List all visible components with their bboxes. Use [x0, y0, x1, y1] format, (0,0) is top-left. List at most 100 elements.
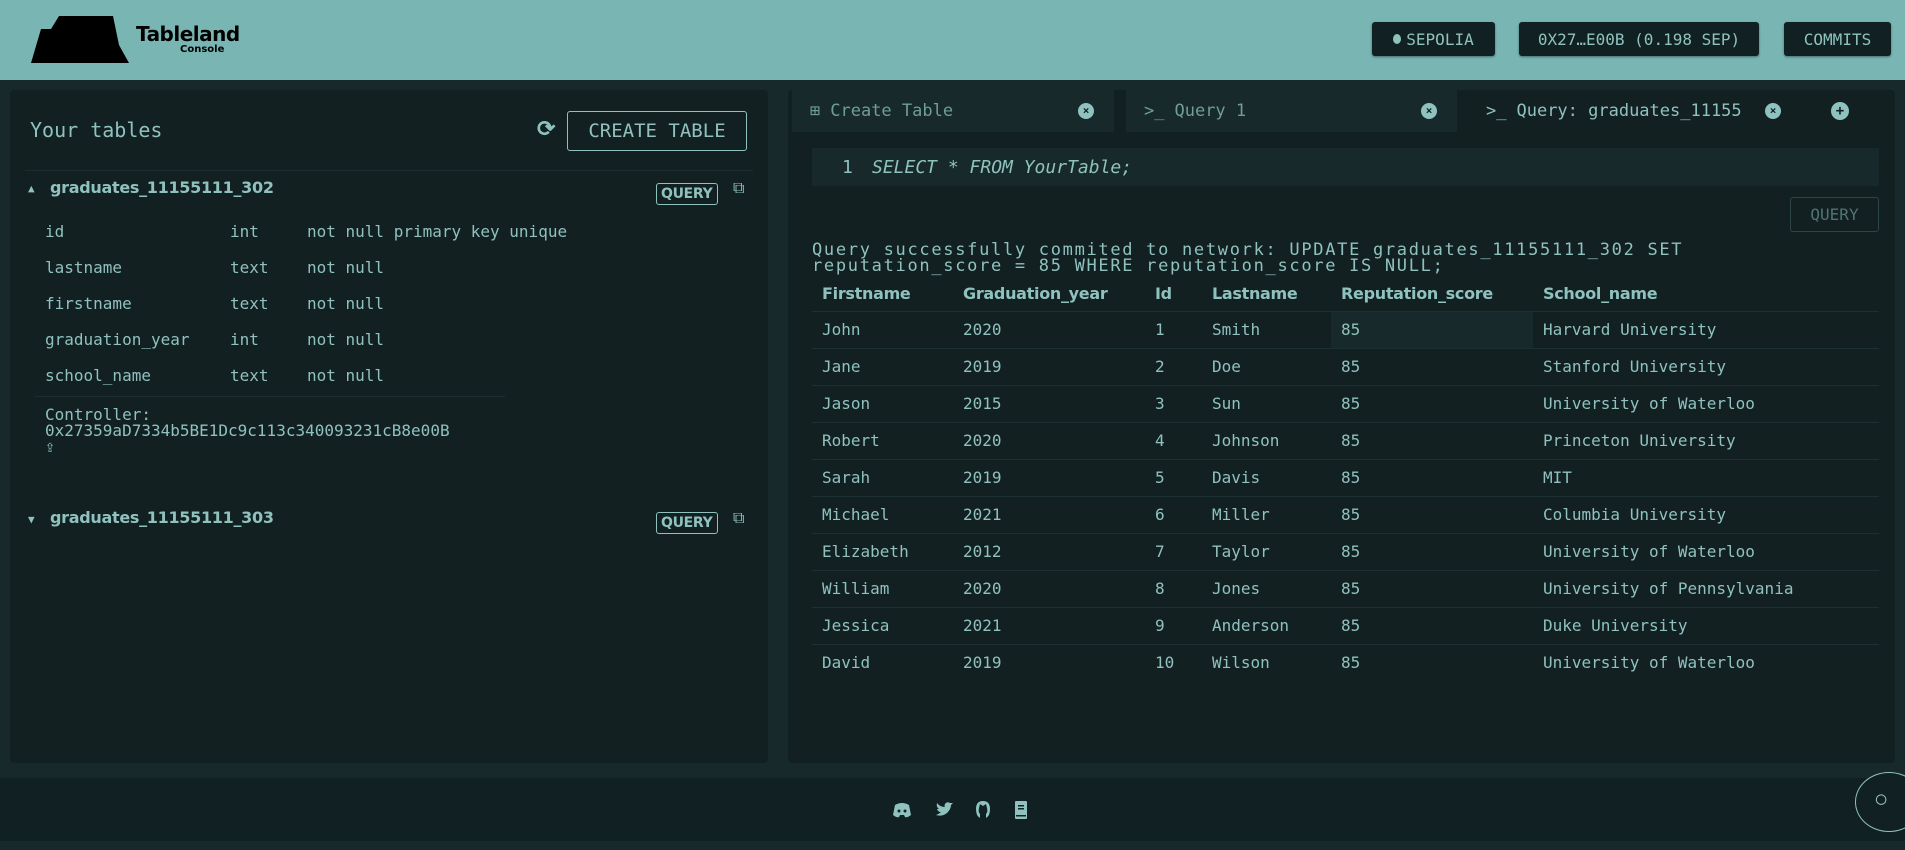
table-cell[interactable]: 85 [1331, 384, 1533, 422]
table-cell[interactable]: Davis [1202, 458, 1331, 496]
refresh-icon[interactable]: ⟳ [537, 117, 555, 142]
table-cell[interactable]: University of Waterloo [1533, 643, 1879, 681]
table-cell[interactable]: MIT [1533, 458, 1879, 496]
column-header[interactable]: School_name [1533, 276, 1879, 311]
wallet-button[interactable]: 0X27…E00B (0.198 SEP) [1519, 22, 1759, 56]
table-cell[interactable]: 2019 [953, 643, 1145, 681]
table-cell[interactable]: Anderson [1202, 606, 1331, 644]
table-cell[interactable]: Jane [812, 347, 953, 385]
close-icon[interactable]: × [1765, 103, 1781, 119]
chevron-up-icon[interactable]: ▲ [28, 182, 35, 195]
tab-create-table[interactable]: ⊞ Create Table × [792, 90, 1114, 132]
table-cell[interactable]: University of Pennsylvania [1533, 569, 1879, 607]
table-cell[interactable]: 5 [1145, 458, 1202, 496]
table-row: David 2019 10 Wilson 85 University of Waterlo… [812, 643, 1879, 681]
table-cell[interactable]: 2012 [953, 532, 1145, 570]
table-cell[interactable]: 2021 [953, 606, 1145, 644]
table-cell[interactable]: 85 [1331, 310, 1533, 348]
column-type: text [230, 366, 269, 385]
table-cell[interactable]: Michael [812, 495, 953, 533]
chevron-down-icon[interactable]: ▼ [28, 513, 35, 526]
share-icon[interactable]: ⇪ [45, 437, 55, 457]
column-type: int [230, 330, 259, 349]
logo-title: Tableland [136, 22, 240, 46]
table-cell[interactable]: 85 [1331, 643, 1533, 681]
table-cell[interactable]: 2019 [953, 458, 1145, 496]
copy-icon[interactable]: ⧉ [733, 178, 744, 198]
table-cell[interactable]: 7 [1145, 532, 1202, 570]
table-cell[interactable]: Robert [812, 421, 953, 459]
table-cell[interactable]: Sun [1202, 384, 1331, 422]
table-cell[interactable]: 85 [1331, 458, 1533, 496]
table-cell[interactable]: 85 [1331, 495, 1533, 533]
column-header[interactable]: Reputation_score [1331, 276, 1533, 311]
add-tab-icon[interactable]: + [1831, 102, 1849, 120]
close-icon[interactable]: × [1078, 103, 1094, 119]
table-cell[interactable]: 8 [1145, 569, 1202, 607]
divider [25, 170, 753, 171]
table-cell[interactable]: Harvard University [1533, 310, 1879, 348]
column-header[interactable]: Lastname [1202, 276, 1331, 311]
table-cell[interactable]: Jones [1202, 569, 1331, 607]
table-cell[interactable]: Doe [1202, 347, 1331, 385]
column-header[interactable]: Graduation_year [953, 276, 1145, 311]
table-cell[interactable]: William [812, 569, 953, 607]
network-button[interactable]: SEPOLIA [1372, 22, 1495, 56]
table-cell[interactable]: Smith [1202, 310, 1331, 348]
table-cell[interactable]: 4 [1145, 421, 1202, 459]
query-table-button[interactable]: QUERY [656, 183, 718, 205]
table-name[interactable]: graduates_11155111_303 [50, 508, 274, 527]
table-cell[interactable]: Stanford University [1533, 347, 1879, 385]
table-cell[interactable]: Wilson [1202, 643, 1331, 681]
table-cell[interactable]: 85 [1331, 606, 1533, 644]
tab-query-graduates[interactable]: >_ Query: graduates_11155 × [1468, 90, 1801, 132]
table-row: Jessica 2021 9 Anderson 85 Duke University [812, 606, 1879, 644]
table-cell[interactable]: 85 [1331, 569, 1533, 607]
twitter-icon[interactable] [934, 800, 954, 820]
table-cell[interactable]: 2020 [953, 421, 1145, 459]
table-cell[interactable]: 85 [1331, 532, 1533, 570]
table-cell[interactable]: 2020 [953, 310, 1145, 348]
table-cell[interactable]: Columbia University [1533, 495, 1879, 533]
docs-icon[interactable] [1011, 800, 1031, 820]
close-icon[interactable]: × [1421, 103, 1437, 119]
table-cell[interactable]: 2021 [953, 495, 1145, 533]
table-cell[interactable]: 2 [1145, 347, 1202, 385]
table-cell[interactable]: John [812, 310, 953, 348]
table-cell[interactable]: Jessica [812, 606, 953, 644]
table-cell[interactable]: 1 [1145, 310, 1202, 348]
column-header[interactable]: Id [1145, 276, 1202, 311]
commits-button[interactable]: COMMITS [1784, 22, 1891, 56]
table-cell[interactable]: Johnson [1202, 421, 1331, 459]
table-cell[interactable]: David [812, 643, 953, 681]
table-cell[interactable]: Duke University [1533, 606, 1879, 644]
table-cell[interactable]: 2020 [953, 569, 1145, 607]
table-cell[interactable]: Taylor [1202, 532, 1331, 570]
sql-code[interactable]: SELECT * FROM YourTable; [872, 157, 1132, 178]
table-cell[interactable]: 9 [1145, 606, 1202, 644]
table-cell[interactable]: Elizabeth [812, 532, 953, 570]
table-cell[interactable]: Miller [1202, 495, 1331, 533]
table-cell[interactable]: Princeton University [1533, 421, 1879, 459]
sql-editor[interactable]: 1 SELECT * FROM YourTable; [812, 148, 1879, 186]
table-cell[interactable]: 3 [1145, 384, 1202, 422]
table-cell[interactable]: 10 [1145, 643, 1202, 681]
copy-icon[interactable]: ⧉ [733, 508, 744, 528]
run-query-button[interactable]: QUERY [1790, 197, 1879, 232]
table-name[interactable]: graduates_11155111_302 [50, 178, 274, 197]
query-table-button[interactable]: QUERY [656, 512, 718, 534]
create-table-button[interactable]: CREATE TABLE [567, 111, 747, 151]
table-cell[interactable]: 2019 [953, 347, 1145, 385]
tab-query-1[interactable]: >_ Query 1 × [1126, 90, 1457, 132]
table-cell[interactable]: 85 [1331, 421, 1533, 459]
github-icon[interactable] [973, 800, 993, 820]
discord-icon[interactable] [892, 800, 912, 820]
table-cell[interactable]: Sarah [812, 458, 953, 496]
table-cell[interactable]: Jason [812, 384, 953, 422]
table-cell[interactable]: University of Waterloo [1533, 384, 1879, 422]
table-cell[interactable]: University of Waterloo [1533, 532, 1879, 570]
column-header[interactable]: Firstname [812, 276, 953, 311]
table-cell[interactable]: 2015 [953, 384, 1145, 422]
table-cell[interactable]: 6 [1145, 495, 1202, 533]
table-cell[interactable]: 85 [1331, 347, 1533, 385]
